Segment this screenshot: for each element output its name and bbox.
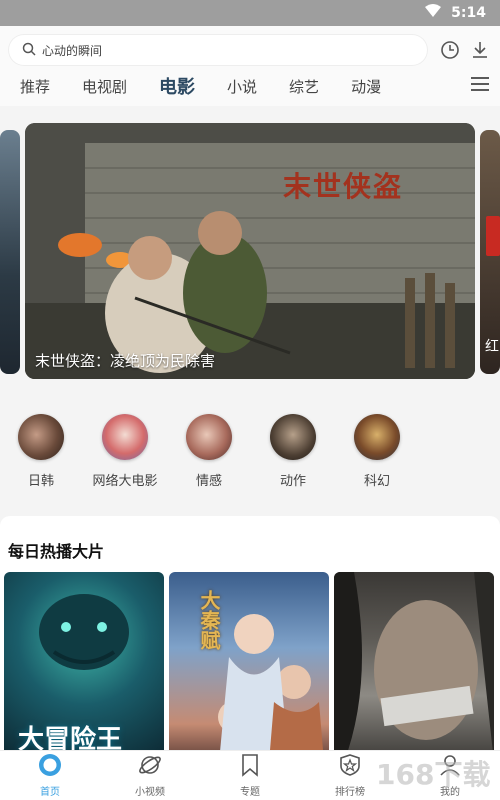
next-card-logo — [486, 216, 500, 256]
genre-label: 情感 — [195, 474, 222, 489]
movie-poster-3[interactable] — [334, 572, 494, 762]
genre-scifi[interactable]: 科幻 — [337, 414, 417, 489]
category-tabs: 推荐 电视剧 电影 小说 综艺 动漫 — [0, 68, 500, 104]
home-icon — [38, 753, 62, 781]
nav-topics[interactable]: 专题 — [200, 753, 300, 798]
nav-label: 首页 — [40, 787, 60, 798]
hero-image — [25, 123, 475, 379]
daily-hot-section: 每日热播大片 大冒险王 大秦赋 — [0, 516, 500, 762]
tab-novel[interactable]: 小说 — [227, 76, 257, 97]
genre-row: 日韩 网络大电影 情感 动作 科幻 — [0, 414, 500, 502]
poster-title: 大秦赋 — [197, 590, 221, 650]
movie-poster-1[interactable]: 大冒险王 — [4, 572, 164, 762]
section-title: 每日热播大片 — [8, 542, 105, 561]
genre-avatar — [102, 414, 148, 460]
planet-icon — [138, 753, 162, 781]
movie-poster-2[interactable]: 大秦赋 — [169, 572, 329, 762]
next-card-caption: 红 — [485, 339, 499, 355]
tab-recommend[interactable]: 推荐 — [20, 76, 50, 97]
genre-avatar — [18, 414, 64, 460]
genre-web-movie[interactable]: 网络大电影 — [85, 414, 165, 489]
top-bar: 心动的瞬间 推荐 电视剧 电影 小说 综艺 动漫 — [0, 26, 500, 106]
search-bar[interactable]: 心动的瞬间 — [8, 34, 428, 66]
banner-carousel[interactable]: 末世侠盗 末世侠盗：凌绝顶为民除害 红 — [0, 120, 500, 382]
nav-short-video[interactable]: 小视频 — [100, 753, 200, 798]
wifi-icon — [425, 4, 442, 22]
genre-korean-japanese[interactable]: 日韩 — [1, 414, 81, 489]
hero-caption: 末世侠盗：凌绝顶为民除害 — [35, 352, 216, 370]
genre-label: 日韩 — [27, 474, 54, 489]
hero-banner[interactable]: 末世侠盗 末世侠盗：凌绝顶为民除害 — [25, 123, 475, 379]
hero-title-art: 末世侠盗 — [283, 170, 404, 203]
status-time: 5:14 — [451, 5, 486, 21]
genre-label: 动作 — [279, 474, 306, 489]
nav-label: 小视频 — [135, 787, 165, 798]
history-icon[interactable] — [436, 36, 464, 64]
banner-next-card[interactable]: 红 — [480, 130, 500, 374]
search-icon — [22, 42, 36, 59]
genre-avatar — [186, 414, 232, 460]
banner-prev-card[interactable] — [0, 130, 20, 374]
genre-avatar — [270, 414, 316, 460]
download-icon[interactable] — [466, 36, 494, 64]
genre-label: 网络大电影 — [92, 474, 158, 489]
nav-home[interactable]: 首页 — [0, 753, 100, 798]
site-watermark-logo: 168下载 — [372, 754, 492, 794]
shield-star-icon — [338, 753, 362, 781]
poster-image — [334, 572, 494, 762]
genre-label: 科幻 — [363, 474, 390, 489]
nav-label: 排行榜 — [335, 787, 365, 798]
genre-action[interactable]: 动作 — [253, 414, 333, 489]
search-placeholder: 心动的瞬间 — [42, 43, 103, 58]
nav-label: 专题 — [240, 787, 260, 798]
status-bar: 5:14 — [0, 0, 500, 26]
svg-text:168下载: 168下载 — [376, 758, 490, 791]
bookmark-icon — [238, 753, 262, 781]
tab-variety[interactable]: 综艺 — [289, 76, 319, 97]
genre-romance[interactable]: 情感 — [169, 414, 249, 489]
tab-movie[interactable]: 电影 — [159, 73, 195, 99]
tab-tv[interactable]: 电视剧 — [82, 76, 127, 97]
poster-image — [218, 614, 324, 762]
genre-avatar — [354, 414, 400, 460]
tab-anime[interactable]: 动漫 — [351, 76, 381, 97]
menu-icon[interactable] — [470, 76, 490, 96]
